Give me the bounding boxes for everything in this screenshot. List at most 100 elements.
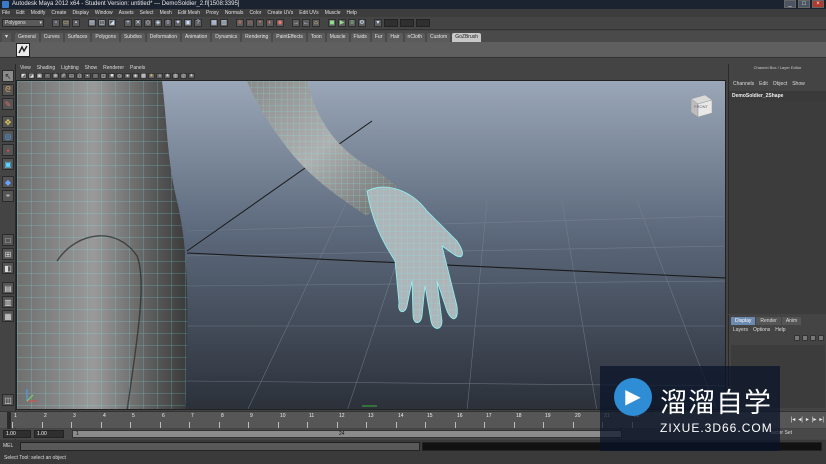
shelf-tab-toon[interactable]: Toon xyxy=(307,33,325,42)
command-language-label[interactable]: MEL xyxy=(3,443,13,449)
new-scene-icon[interactable]: ▫ xyxy=(52,19,60,27)
new-empty-layer-icon[interactable] xyxy=(810,335,816,341)
select-component-icon[interactable]: ◪ xyxy=(108,19,116,27)
save-scene-icon[interactable]: ▪ xyxy=(72,19,80,27)
menu-edit-mesh[interactable]: Edit Mesh xyxy=(178,10,200,16)
menu-proxy[interactable]: Proxy xyxy=(206,10,219,16)
snap-point-icon[interactable]: • xyxy=(256,19,264,27)
panel-menu-view[interactable]: View xyxy=(20,65,31,71)
menu-modify[interactable]: Modify xyxy=(31,10,46,16)
scale-tool-icon[interactable]: ▪ xyxy=(2,144,14,156)
open-scene-icon[interactable]: ▭ xyxy=(62,19,70,27)
shelf-tab-hair[interactable]: Hair xyxy=(387,33,403,42)
quick-layout-icon[interactable]: ◫ xyxy=(2,394,14,406)
panel-menu-renderer[interactable]: Renderer xyxy=(103,65,124,71)
xray-icon[interactable]: ◍ xyxy=(172,73,179,79)
shelf-tab-dynamics[interactable]: Dynamics xyxy=(212,33,241,42)
image-plane-icon[interactable]: ▫ xyxy=(44,73,51,79)
shelf-tab-ncloth[interactable]: nCloth xyxy=(404,33,425,42)
layer-menu-layers[interactable]: Layers xyxy=(733,327,748,333)
animation-start-field[interactable]: 1.00 xyxy=(3,430,31,438)
camera-attributes-icon[interactable]: ◪ xyxy=(28,73,35,79)
playback-start-field[interactable]: 1.00 xyxy=(34,430,64,438)
mode-selector[interactable]: Polygons xyxy=(2,19,44,27)
menu-assets[interactable]: Assets xyxy=(119,10,134,16)
2d-pan-zoom-icon[interactable]: ⊕ xyxy=(52,73,59,79)
layer-menu-options[interactable]: Options xyxy=(753,327,770,333)
bookmarks-icon[interactable]: ▣ xyxy=(36,73,43,79)
panel-menu-lighting[interactable]: Lighting xyxy=(61,65,79,71)
select-tool-icon[interactable]: ↖ xyxy=(2,70,14,82)
shelf-menu-icon[interactable]: ▾ xyxy=(2,33,11,42)
construction-history-icon[interactable]: ⌂ xyxy=(312,19,320,27)
menu-select[interactable]: Select xyxy=(140,10,154,16)
shelf-tab-animation[interactable]: Animation xyxy=(181,33,211,42)
input-line-field-3[interactable] xyxy=(416,19,430,27)
select-by-deformer-icon[interactable]: ◊ xyxy=(164,19,172,27)
shadows-icon[interactable]: ◑ xyxy=(156,73,163,79)
safe-action-icon[interactable]: ◻ xyxy=(100,73,107,79)
gate-mask-icon[interactable]: ▪ xyxy=(84,73,91,79)
snap-view-plane-icon[interactable]: ◐ xyxy=(266,19,274,27)
shelf-tab-polygons[interactable]: Polygons xyxy=(92,33,119,42)
viewport-perspective[interactable]: FRONT xyxy=(16,80,726,410)
select-by-surface-icon[interactable]: ◈ xyxy=(154,19,162,27)
menu-normals[interactable]: Normals xyxy=(225,10,244,16)
camera-select-icon[interactable]: ◩ xyxy=(20,73,27,79)
highlight-selection-icon[interactable]: ▧ xyxy=(220,19,228,27)
layer-tab-render[interactable]: Render xyxy=(756,317,781,325)
gozbrush-icon[interactable] xyxy=(16,43,30,57)
menu-create-uvs[interactable]: Create UVs xyxy=(267,10,293,16)
history-input-icon[interactable]: → xyxy=(292,19,300,27)
perspective-graph-layout-icon[interactable]: ▤ xyxy=(2,282,14,294)
command-input[interactable] xyxy=(20,442,420,451)
panel-menu-show[interactable]: Show xyxy=(85,65,98,71)
select-by-render-icon[interactable]: ▣ xyxy=(184,19,192,27)
input-line-field-2[interactable] xyxy=(400,19,414,27)
shelf-tab-painteffects[interactable]: PaintEffects xyxy=(273,33,306,42)
use-all-lights-icon[interactable]: ☀ xyxy=(148,73,155,79)
select-by-curve-icon[interactable]: ◇ xyxy=(144,19,152,27)
close-button[interactable]: × xyxy=(812,0,824,8)
xray-joints-icon[interactable]: ✦ xyxy=(188,73,195,79)
ipr-render-icon[interactable]: ≡ xyxy=(348,19,356,27)
menu-create[interactable]: Create xyxy=(51,10,66,16)
menu-help[interactable]: Help xyxy=(347,10,357,16)
shelf-tab-muscle[interactable]: Muscle xyxy=(326,33,349,42)
field-chart-icon[interactable]: ◌ xyxy=(92,73,99,79)
go-to-end-icon[interactable]: ▸| xyxy=(819,416,824,423)
select-by-misc-icon[interactable]: ? xyxy=(194,19,202,27)
current-time-marker[interactable] xyxy=(7,412,11,429)
show-manipulator-icon[interactable]: ⌖ xyxy=(2,190,14,202)
menu-mesh[interactable]: Mesh xyxy=(160,10,172,16)
channel-box-menu-channels[interactable]: Channels xyxy=(733,81,754,87)
render-settings-icon[interactable]: ⚙ xyxy=(358,19,366,27)
history-output-icon[interactable]: ← xyxy=(302,19,310,27)
playback-range-bar[interactable]: 1 24 xyxy=(72,430,622,438)
rotate-tool-icon[interactable]: ◎ xyxy=(2,130,14,142)
channel-box-menu-show[interactable]: Show xyxy=(792,81,805,87)
menu-edit[interactable]: Edit xyxy=(16,10,25,16)
hypershade-layout-icon[interactable]: ▥ xyxy=(2,296,14,308)
shelf-tab-fluids[interactable]: Fluids xyxy=(350,33,370,42)
wireframe-icon[interactable]: ◇ xyxy=(116,73,123,79)
menu-edit-uvs[interactable]: Edit UVs xyxy=(299,10,318,16)
go-to-start-icon[interactable]: |◂ xyxy=(791,416,796,423)
shelf-tab-gozbrush[interactable]: GoZBrush xyxy=(452,33,482,42)
move-layer-up-icon[interactable] xyxy=(794,335,800,341)
move-tool-icon[interactable]: ✥ xyxy=(2,116,14,128)
channel-box-menu-object[interactable]: Object xyxy=(773,81,787,87)
shelf-tab-curves[interactable]: Curves xyxy=(40,33,63,42)
single-perspective-layout-icon[interactable]: □ xyxy=(2,234,14,246)
snap-grid-icon[interactable]: # xyxy=(236,19,244,27)
shelf-tab-surfaces[interactable]: Surfaces xyxy=(64,33,91,42)
select-by-handle-icon[interactable]: + xyxy=(124,19,132,27)
shelf-tab-subdivs[interactable]: Subdivs xyxy=(120,33,145,42)
minimize-button[interactable]: _ xyxy=(784,0,796,8)
soft-modification-icon[interactable]: ◆ xyxy=(2,176,14,188)
menu-window[interactable]: Window xyxy=(95,10,113,16)
render-current-icon[interactable]: ▶ xyxy=(338,19,346,27)
play-forward-icon[interactable]: ▸ xyxy=(806,416,809,423)
layer-tab-anim[interactable]: Anim xyxy=(781,317,802,325)
input-line-field[interactable] xyxy=(384,19,398,27)
